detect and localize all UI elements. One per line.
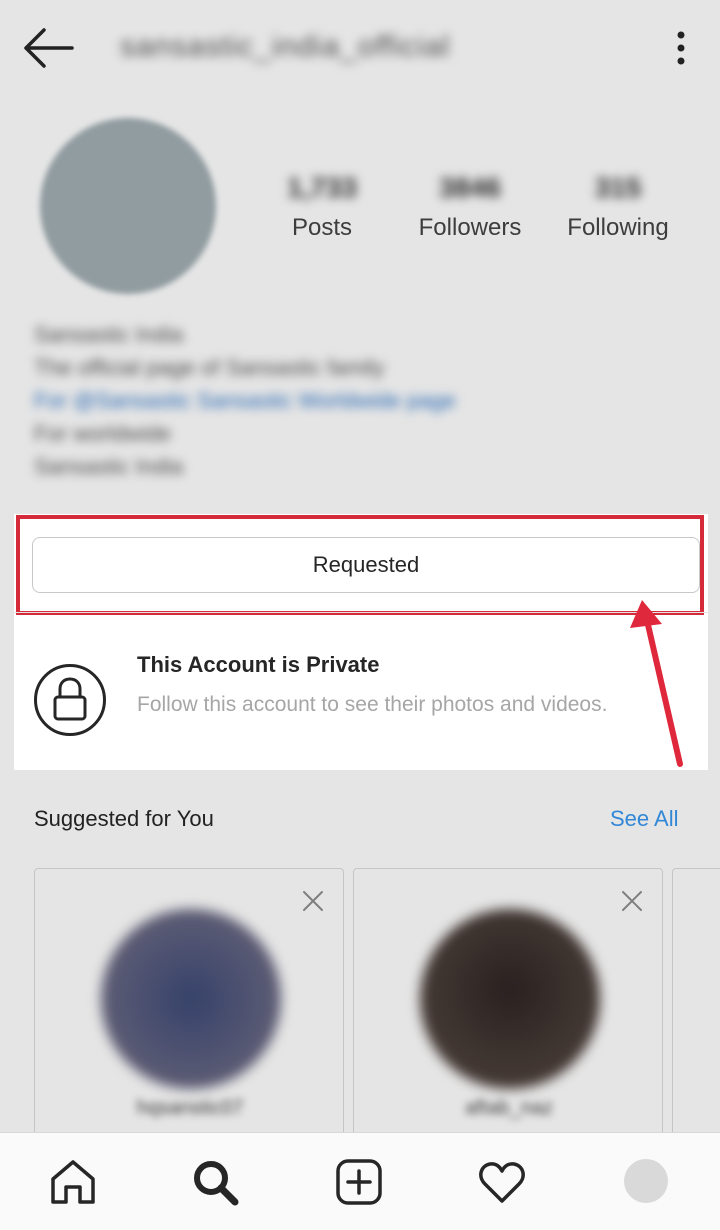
bio-line: For worldwide — [34, 421, 171, 446]
arrow-left-icon[interactable] — [22, 26, 74, 70]
profile-username: sansastic_india_official — [120, 30, 451, 63]
more-vertical-icon[interactable] — [666, 28, 696, 68]
stat-followers[interactable]: 3846 Followers — [400, 172, 540, 242]
suggested-title: Suggested for You — [34, 806, 214, 831]
annotation-arrow-icon — [630, 600, 683, 767]
activity-heart-icon[interactable] — [477, 1157, 527, 1207]
stat-followers-label: Followers — [418, 214, 522, 241]
bio-line: Sansastic India — [34, 322, 184, 347]
suggested-username[interactable]: hqsanstic07 — [75, 1097, 305, 1120]
suggested-avatar[interactable] — [101, 909, 281, 1089]
stat-followers-count: 3846 — [438, 172, 502, 203]
stat-following-count: 315 — [594, 172, 642, 203]
divider — [14, 612, 708, 613]
suggested-card[interactable]: hqsanstic07 — [34, 868, 344, 1138]
close-icon[interactable] — [301, 889, 325, 913]
highlight-frame: Requested — [16, 515, 704, 615]
search-icon[interactable] — [190, 1157, 240, 1207]
bio-line: The official page of Sansastic family — [34, 355, 385, 380]
stat-following[interactable]: 315 Following — [548, 172, 688, 242]
bio-line: Sansastic India — [34, 454, 184, 479]
profile-bio: Sansastic India The official page of San… — [34, 318, 674, 483]
add-post-icon[interactable] — [334, 1157, 384, 1207]
suggested-card-partial[interactable] — [672, 868, 720, 1138]
see-all-link[interactable]: See All — [610, 806, 679, 832]
bottom-navigation — [0, 1132, 720, 1230]
padlock-glyph — [53, 677, 87, 721]
private-description: Follow this account to see their photos … — [137, 693, 608, 716]
stat-posts-label: Posts — [291, 214, 353, 241]
home-icon[interactable] — [48, 1157, 98, 1207]
profile-page: sansastic_india_official 1,733 Posts 384… — [0, 0, 720, 1230]
lock-icon — [34, 664, 106, 736]
suggested-avatar[interactable] — [420, 909, 600, 1089]
profile-avatar — [40, 118, 216, 294]
profile-header: sansastic_india_official — [0, 0, 720, 100]
stat-following-label: Following — [567, 214, 669, 241]
requested-button[interactable]: Requested — [32, 537, 700, 593]
stat-posts[interactable]: 1,733 Posts — [252, 172, 392, 242]
profile-avatar[interactable] — [624, 1159, 668, 1203]
suggested-username[interactable]: aftab_naz — [394, 1097, 624, 1120]
stat-posts-count: 1,733 — [286, 172, 358, 203]
close-icon[interactable] — [620, 889, 644, 913]
private-title: This Account is Private — [137, 652, 380, 677]
bio-link[interactable]: For @Sansastic Sansastic Worldwide page — [34, 384, 674, 417]
private-account-panel: Requested This Account is Private Follow… — [14, 514, 708, 770]
suggested-card[interactable]: aftab_naz — [353, 868, 663, 1138]
